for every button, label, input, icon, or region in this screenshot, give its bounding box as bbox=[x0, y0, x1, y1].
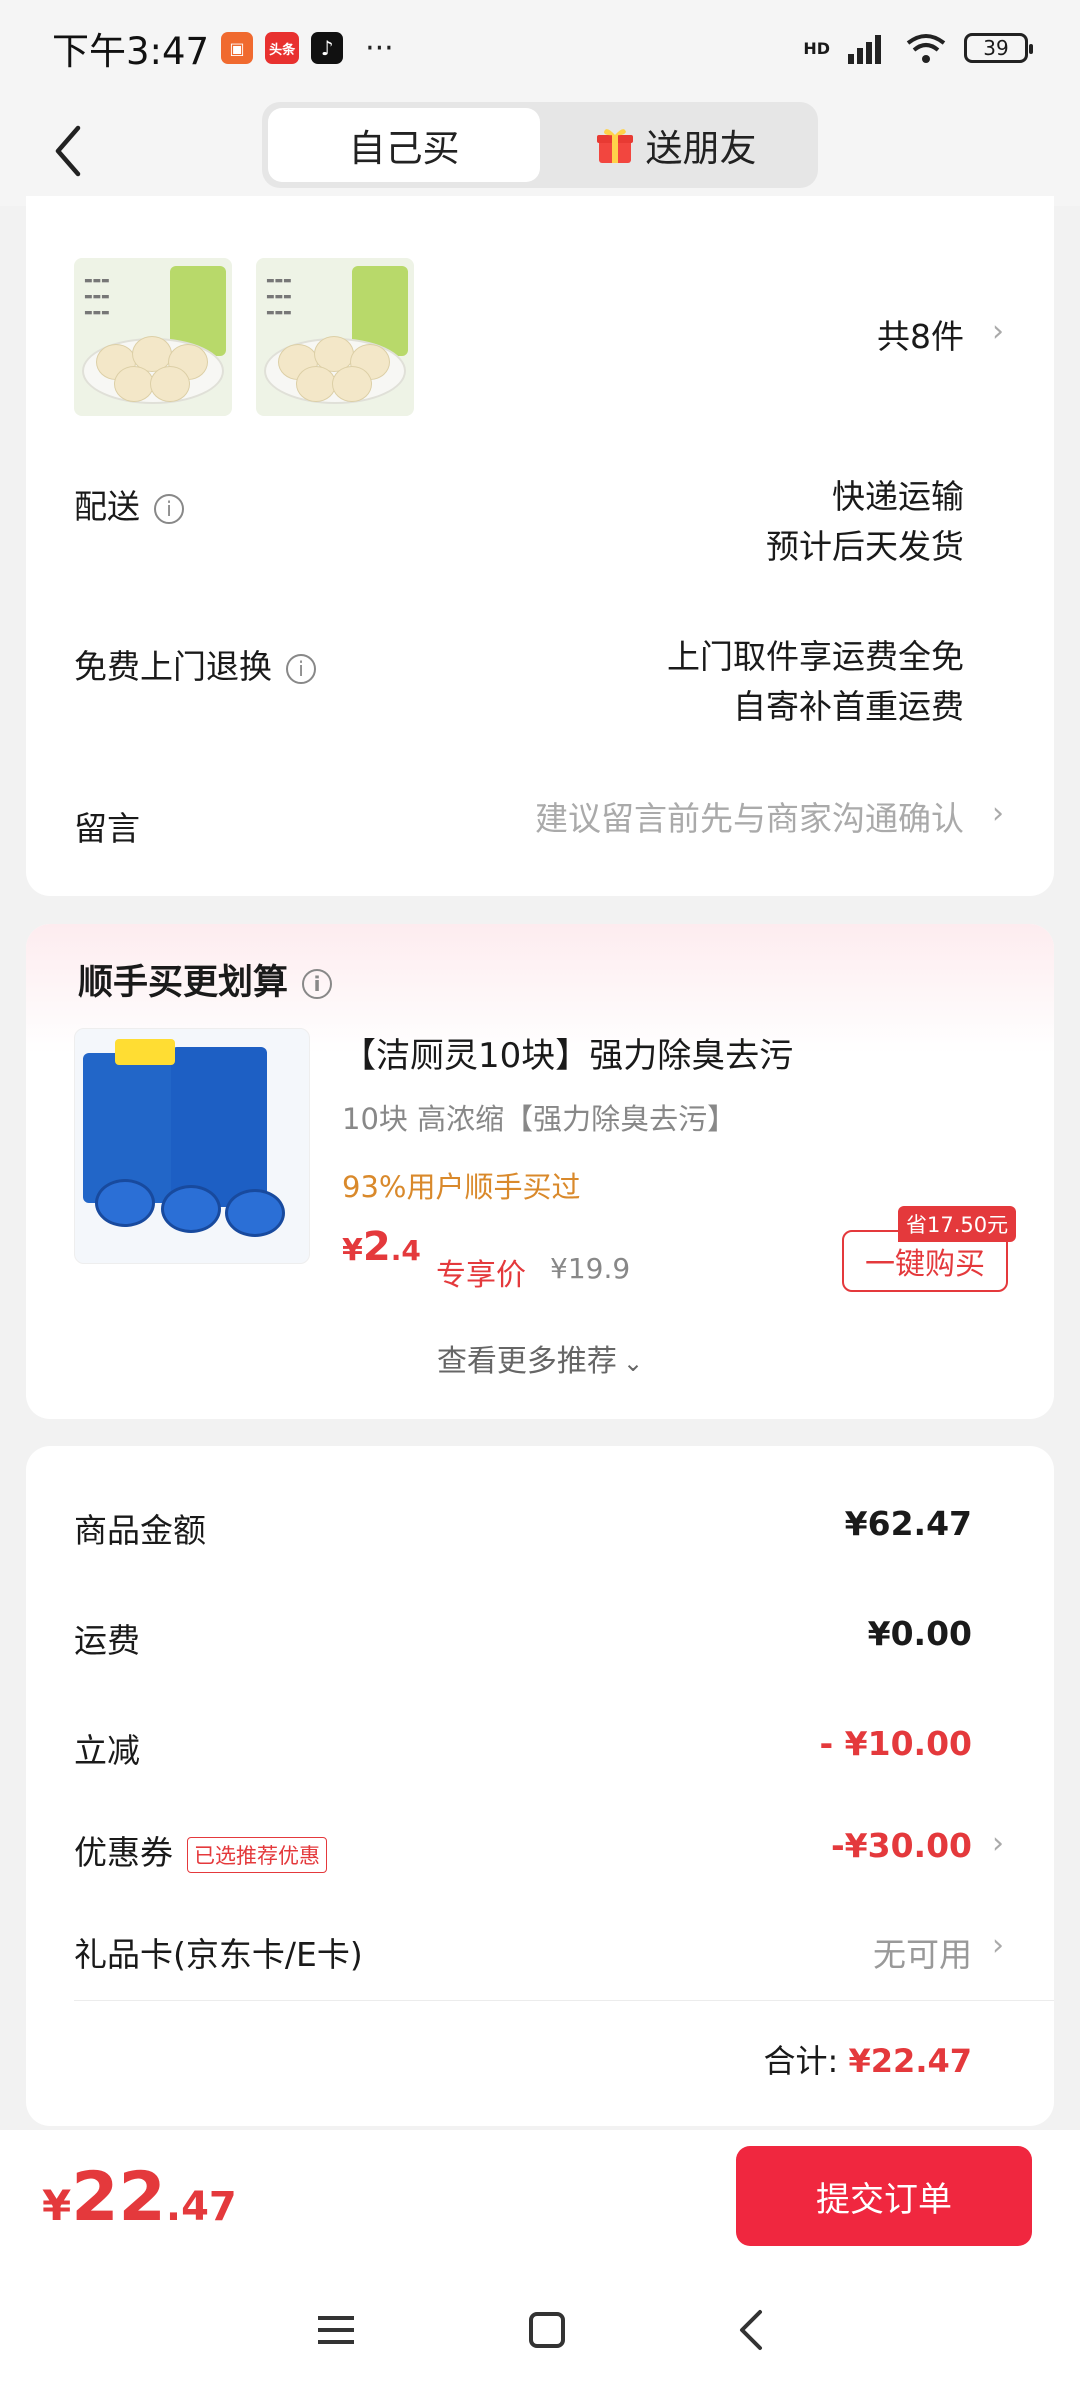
thumb-text-line: ▬▬▬ bbox=[266, 308, 292, 318]
home-icon[interactable] bbox=[527, 2310, 567, 2350]
recommend-product-subtitle: 10块 高浓缩【强力除臭去污】 bbox=[342, 1102, 737, 1136]
submit-order-button[interactable]: 提交订单 bbox=[736, 2146, 1032, 2246]
shipping-value: ¥0.00 bbox=[867, 1614, 972, 1653]
more-notifications-icon: ··· bbox=[365, 30, 394, 66]
thumb-text-line: ▬▬▬ bbox=[84, 308, 110, 318]
price-summary-card: 商品金额 ¥62.47 运费 ¥0.00 立减 - ¥10.00 优惠券 已选推荐… bbox=[26, 1446, 1054, 2126]
product-thumbnail[interactable]: ▬▬▬ ▬▬▬ ▬▬▬ bbox=[74, 258, 232, 416]
food-graphic bbox=[296, 366, 336, 402]
item-count[interactable]: 共8件 bbox=[877, 312, 964, 362]
info-icon[interactable]: i bbox=[154, 493, 184, 524]
delivery-info: 快递运输 预计后天发货 bbox=[766, 472, 964, 572]
return-line-2: 自寄补首重运费 bbox=[733, 687, 964, 726]
status-time: 下午3:47 bbox=[52, 30, 210, 73]
chevron-right-icon: › bbox=[992, 314, 1004, 349]
gift-icon bbox=[596, 129, 633, 163]
back-arrow-icon bbox=[55, 125, 81, 177]
checkout-total-price: ¥22.47 bbox=[42, 2158, 237, 2237]
product-block-graphic bbox=[95, 1179, 155, 1227]
chevron-right-icon: › bbox=[992, 796, 1004, 831]
chevron-right-icon: › bbox=[992, 1826, 1004, 1861]
recommend-product-title[interactable]: 【洁厕灵10块】强力除臭去污 bbox=[342, 1028, 793, 1077]
recommend-product-price: ¥2.4 bbox=[342, 1224, 421, 1270]
signal-icon bbox=[848, 35, 881, 64]
thumb-text-line: ▬▬▬ bbox=[266, 292, 292, 302]
chevron-right-icon: › bbox=[992, 1928, 1004, 1963]
total-amount: 合计: ¥22.47 bbox=[763, 2042, 972, 2080]
delivery-estimate: 预计后天发货 bbox=[766, 527, 964, 566]
discount-value: - ¥10.00 bbox=[819, 1724, 972, 1763]
divider bbox=[74, 2000, 1054, 2001]
goods-amount-label: 商品金额 bbox=[74, 1511, 206, 1550]
food-graphic bbox=[332, 366, 372, 402]
recommend-product-note: 93%用户顺手买过 bbox=[342, 1170, 581, 1204]
return-label: 免费上门退换 i bbox=[74, 640, 316, 688]
app-notification-icon: ▣ bbox=[221, 32, 254, 64]
tiktok-icon: ♪ bbox=[311, 32, 344, 64]
save-badge: 省17.50元 bbox=[898, 1206, 1017, 1242]
system-nav-bar bbox=[0, 2260, 1080, 2400]
recommend-product-image[interactable] bbox=[74, 1028, 310, 1264]
delivery-method: 快递运输 bbox=[832, 477, 964, 516]
info-icon[interactable]: i bbox=[286, 653, 316, 684]
message-input[interactable]: 建议留言前先与商家沟通确认 bbox=[535, 794, 964, 844]
product-block-graphic bbox=[161, 1185, 221, 1233]
menu-icon[interactable] bbox=[314, 2312, 358, 2348]
thumb-text-line: ▬▬▬ bbox=[84, 292, 110, 302]
recommend-card: 顺手买更划算 i 【洁厕灵10块】强力除臭去污 10块 高浓缩【强力除臭去污】 9… bbox=[26, 924, 1054, 1419]
tab-gift-friend-label: 送朋友 bbox=[645, 127, 757, 170]
message-label: 留言 bbox=[74, 809, 140, 848]
info-icon[interactable]: i bbox=[302, 969, 333, 999]
product-label-graphic bbox=[115, 1039, 175, 1065]
tab-gift-friend[interactable]: 送朋友 bbox=[540, 108, 812, 182]
back-button[interactable] bbox=[52, 116, 102, 186]
checkout-bar: ¥22.47 提交订单 bbox=[0, 2130, 1080, 2260]
coupon-badge: 已选推荐优惠 bbox=[187, 1836, 327, 1873]
giftcard-label: 礼品卡(京东卡/E卡) bbox=[74, 1935, 363, 1974]
thumb-text-line: ▬▬▬ bbox=[84, 276, 110, 286]
purchase-mode-switch: 自己买 送朋友 bbox=[262, 102, 818, 188]
battery-icon: 39 bbox=[964, 33, 1033, 63]
delivery-label: 配送 i bbox=[74, 480, 184, 528]
giftcard-value[interactable]: 无可用 bbox=[873, 1928, 972, 1976]
food-graphic bbox=[114, 366, 154, 402]
shipping-label: 运费 bbox=[74, 1621, 140, 1660]
return-line-1: 上门取件享运费全免 bbox=[667, 637, 964, 676]
product-thumbnail[interactable]: ▬▬▬ ▬▬▬ ▬▬▬ bbox=[256, 258, 414, 416]
toutiao-icon: 头条 bbox=[265, 32, 300, 64]
chevron-down-icon: ⌄ bbox=[622, 1349, 644, 1377]
coupon-label: 优惠券 已选推荐优惠 bbox=[74, 1826, 327, 1874]
wifi-icon bbox=[906, 34, 946, 63]
status-bar: 下午3:47 ▣ 头条 ♪ ··· HD 39 bbox=[0, 0, 1080, 96]
return-info: 上门取件享运费全免 自寄补首重运费 bbox=[667, 632, 964, 732]
order-info-card: ▬▬▬ ▬▬▬ ▬▬▬ ▬▬▬ ▬▬▬ ▬▬▬ 共8件 › 配送 i 快递运输 预… bbox=[26, 196, 1054, 896]
more-recommend-link[interactable]: 查看更多推荐 ⌄ bbox=[26, 1336, 1054, 1380]
product-pack-graphic bbox=[171, 1047, 267, 1207]
product-block-graphic bbox=[225, 1189, 285, 1237]
hd-label: HD bbox=[803, 38, 830, 58]
coupon-value[interactable]: -¥30.00 bbox=[831, 1826, 972, 1865]
back-nav-icon[interactable] bbox=[736, 2308, 766, 2352]
recommend-title: 顺手买更划算 i bbox=[78, 954, 333, 1005]
exclusive-price-tag: 专享价 bbox=[436, 1258, 526, 1293]
tab-buy-self[interactable]: 自己买 bbox=[268, 108, 540, 182]
tab-buy-self-label: 自己买 bbox=[348, 127, 460, 170]
discount-label: 立减 bbox=[74, 1731, 140, 1770]
nav-header: 自己买 送朋友 bbox=[0, 96, 1080, 206]
food-graphic bbox=[150, 366, 190, 402]
goods-amount-value: ¥62.47 bbox=[844, 1504, 972, 1543]
original-price: ¥19.9 bbox=[550, 1252, 631, 1285]
thumb-text-line: ▬▬▬ bbox=[266, 276, 292, 286]
